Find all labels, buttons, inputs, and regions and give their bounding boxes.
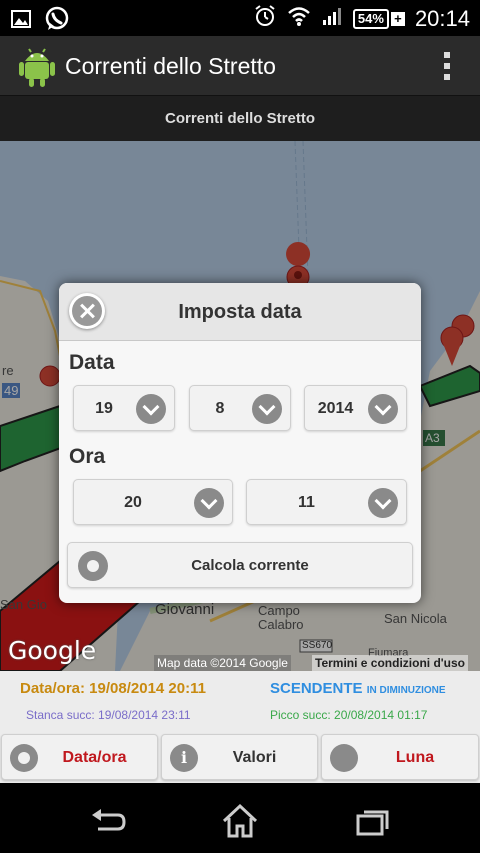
date-dialog: Imposta data Data 19 8 2014 Ora 20 11 Ca…: [59, 283, 421, 603]
screen-subtitle: Correnti dello Stretto: [164, 110, 315, 127]
direction-value: SCENDENTE: [270, 680, 363, 697]
direction-text: SCENDENTE IN DIMINUZIONE: [270, 680, 446, 697]
year-value: 2014: [317, 400, 354, 417]
month-value: 8: [215, 400, 225, 417]
chevron-down-icon: [252, 394, 282, 424]
hour-value: 20: [124, 494, 142, 511]
luna-button-label: Luna: [395, 749, 435, 766]
valori-button-label: Valori: [232, 749, 277, 766]
navigation-bar: [0, 789, 480, 853]
charging-indicator: +: [390, 11, 405, 26]
valori-button[interactable]: Valori: [161, 734, 318, 780]
status-right: 54% + 20:14: [253, 4, 470, 33]
battery-level: 54%: [352, 8, 389, 29]
home-icon[interactable]: [220, 803, 260, 844]
minute-select[interactable]: 11: [246, 479, 407, 525]
close-icon: [72, 296, 102, 326]
calcola-corrente-button[interactable]: Calcola corrente: [67, 542, 413, 588]
android-app-icon[interactable]: [18, 44, 56, 93]
action-bar: Correnti dello Stretto: [0, 36, 480, 96]
ora-label: Ora: [69, 445, 106, 468]
back-icon[interactable]: [88, 807, 128, 842]
chevron-down-icon: [368, 394, 398, 424]
direction-detail: IN DIMINUZIONE: [366, 685, 446, 696]
picco-text: Picco succ: 20/08/2014 01:17: [270, 708, 428, 722]
google-logo: Google: [8, 636, 97, 665]
dialog-header: Imposta data: [59, 283, 421, 341]
close-button[interactable]: [69, 293, 105, 329]
terms-link[interactable]: Termini e condizioni d'uso: [312, 655, 468, 671]
chevron-down-icon: [194, 488, 224, 518]
dataora-button-label: Data/ora: [62, 749, 127, 766]
day-select[interactable]: 19: [73, 385, 175, 431]
year-select[interactable]: 2014: [304, 385, 407, 431]
screen: 54% + 20:14 Correnti dello Stretto Corre…: [0, 0, 480, 853]
status-left: [10, 6, 70, 37]
app-title: Correnti dello Stretto: [65, 53, 276, 79]
hour-select[interactable]: 20: [73, 479, 233, 525]
luna-button[interactable]: Luna: [321, 734, 479, 780]
signal-icon: [321, 5, 343, 32]
subtitle-bar: Correnti dello Stretto: [0, 96, 480, 141]
minute-value: 11: [298, 494, 315, 511]
dataora-button[interactable]: Data/ora: [1, 734, 158, 780]
battery-icon: 54% +: [352, 8, 405, 29]
dataora-text: Data/ora: 19/08/2014 20:11: [20, 680, 206, 697]
wifi-icon: [287, 5, 311, 32]
overflow-menu-icon[interactable]: [442, 52, 452, 80]
clock: 20:14: [414, 5, 470, 31]
day-value: 19: [95, 400, 113, 417]
whatsapp-icon: [44, 6, 70, 37]
data-label: Data: [69, 351, 115, 374]
chevron-down-icon: [368, 488, 398, 518]
month-select[interactable]: 8: [189, 385, 291, 431]
image-icon: [10, 8, 32, 35]
map-attribution: Map data ©2014 Google: [154, 655, 291, 671]
status-bar: 54% + 20:14: [0, 0, 480, 36]
calcola-corrente-label: Calcola corrente: [191, 557, 309, 574]
alarm-icon: [253, 4, 277, 33]
recent-apps-icon[interactable]: [355, 807, 391, 842]
dialog-title: Imposta data: [178, 301, 302, 323]
stanca-text: Stanca succ: 19/08/2014 23:11: [26, 708, 191, 722]
chevron-down-icon: [136, 394, 166, 424]
bottom-buttons: Data/ora Valori Luna: [0, 733, 480, 783]
info-panel: Data/ora: 19/08/2014 20:11 SCENDENTE IN …: [0, 671, 480, 733]
